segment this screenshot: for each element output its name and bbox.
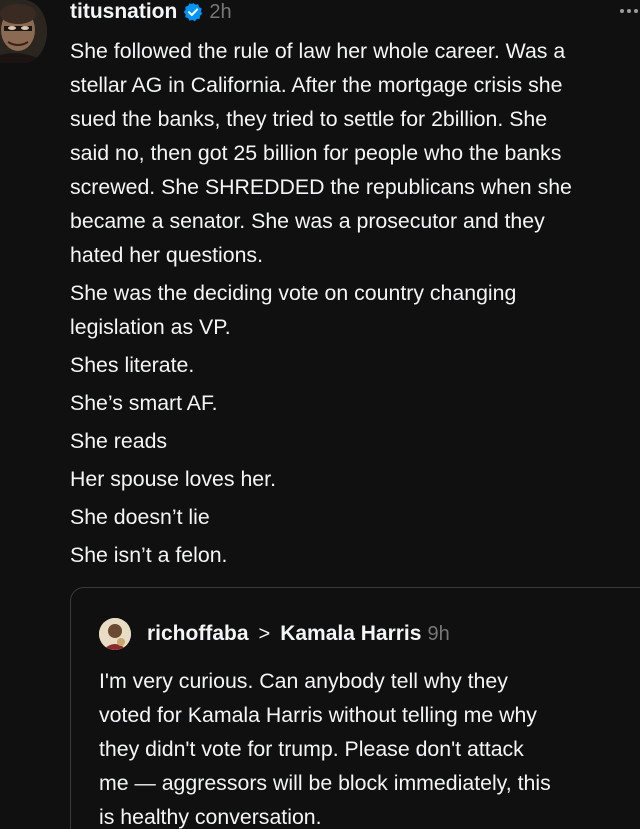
post-text-line: She isn’t a felon. (70, 543, 228, 567)
post-text-line: became a senator. She was a prosecutor a… (70, 209, 545, 233)
post-text-line: screwed. She SHREDDED the republicans wh… (70, 175, 572, 199)
post-text-line: stellar AG in California. After the mort… (70, 73, 563, 97)
post-text-line: She reads (70, 429, 168, 453)
post-text-line: She’s smart AF. (70, 391, 218, 415)
post-text-line: Her spouse loves her. (70, 467, 276, 491)
more-options-icon[interactable] (618, 2, 640, 20)
quoted-text-line: they didn't vote for trump. Please don't… (99, 737, 524, 761)
reply-target-name[interactable]: Kamala Harris (280, 622, 421, 646)
quoted-author-avatar[interactable] (99, 618, 131, 650)
author-username[interactable]: titusnation (70, 0, 177, 24)
post-timestamp: 2h (209, 0, 232, 23)
verified-badge-icon (183, 2, 203, 22)
post-text-line: sued the banks, they tried to settle for… (70, 107, 548, 131)
post-text-line: She was the deciding vote on country cha… (70, 281, 517, 305)
post-text-line: legislation as VP. (70, 315, 231, 339)
quoted-post-card[interactable]: richoffaba > Kamala Harris 9h I'm very c… (70, 587, 640, 829)
post-text-line: She doesn’t lie (70, 505, 210, 529)
reply-chevron-icon: > (258, 622, 271, 645)
author-avatar-image (0, 0, 47, 63)
quoted-author-username[interactable]: richoffaba (147, 622, 249, 646)
quoted-text-line: I'm very curious. Can anybody tell why t… (99, 669, 508, 693)
post-text: She followed the rule of law her whole c… (70, 34, 640, 572)
post-text-line: hated her questions. (70, 243, 263, 267)
quoted-text-line: is healthy conversation. (99, 805, 322, 829)
quoted-post-header: richoffaba > Kamala Harris 9h (99, 618, 450, 650)
author-avatar[interactable] (0, 0, 47, 63)
quoted-text-line: voted for Kamala Harris without telling … (99, 703, 537, 727)
post-text-line: said no, then got 25 billion for people … (70, 141, 562, 165)
thread-post: titusnation 2h She followed the rule of … (0, 0, 640, 829)
post-text-line: Shes literate. (70, 353, 195, 377)
post-header: titusnation 2h (70, 0, 232, 26)
quoted-text-line: me — aggressors will be block immediatel… (99, 771, 551, 795)
quoted-post-timestamp: 9h (427, 622, 450, 645)
post-text-line: She followed the rule of law her whole c… (70, 39, 566, 63)
quoted-post-text: I'm very curious. Can anybody tell why t… (99, 664, 640, 829)
